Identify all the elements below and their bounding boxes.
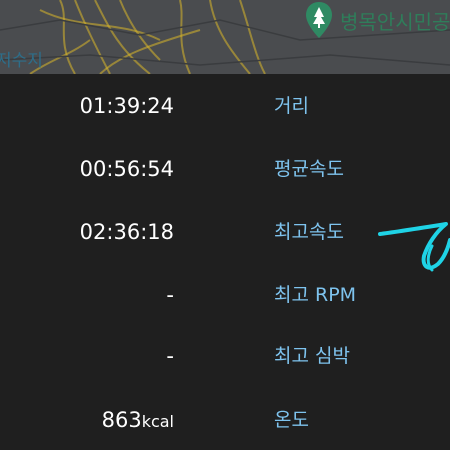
stat-label: 최고 RPM xyxy=(274,284,357,306)
stat-row-temperature: 863kcal 온도 xyxy=(0,400,450,440)
stat-row-average-speed: 00:56:54 평균속도 xyxy=(0,149,450,189)
stat-label: 거리 xyxy=(274,95,309,117)
stat-value: 863kcal xyxy=(101,408,174,432)
map-label-park: 병목안시민공 xyxy=(340,10,450,34)
stat-value: 00:56:54 xyxy=(79,157,174,181)
stat-label: 평균속도 xyxy=(274,158,344,180)
stat-row-max-heart-rate: - 최고 심박 xyxy=(0,336,450,376)
park-pin-icon xyxy=(306,2,332,38)
stat-value: - xyxy=(166,283,174,307)
stat-label: 온도 xyxy=(274,409,309,431)
map-preview[interactable]: 저수지 병목안시민공 xyxy=(0,0,450,74)
stat-row-distance: 01:39:24 거리 xyxy=(0,86,450,126)
stat-label: 최고 심박 xyxy=(274,345,350,367)
stat-value: 01:39:24 xyxy=(79,94,174,118)
map-label-reservoir: 저수지 xyxy=(0,51,43,71)
ride-summary-screen: 저수지 병목안시민공 01:39:24 거리 00:56:54 평균속도 02:… xyxy=(0,0,450,450)
stat-value: - xyxy=(166,344,174,368)
stat-label: 최고속도 xyxy=(274,221,344,243)
hand-drawn-annotation xyxy=(378,222,450,272)
stat-value: 02:36:18 xyxy=(79,220,174,244)
